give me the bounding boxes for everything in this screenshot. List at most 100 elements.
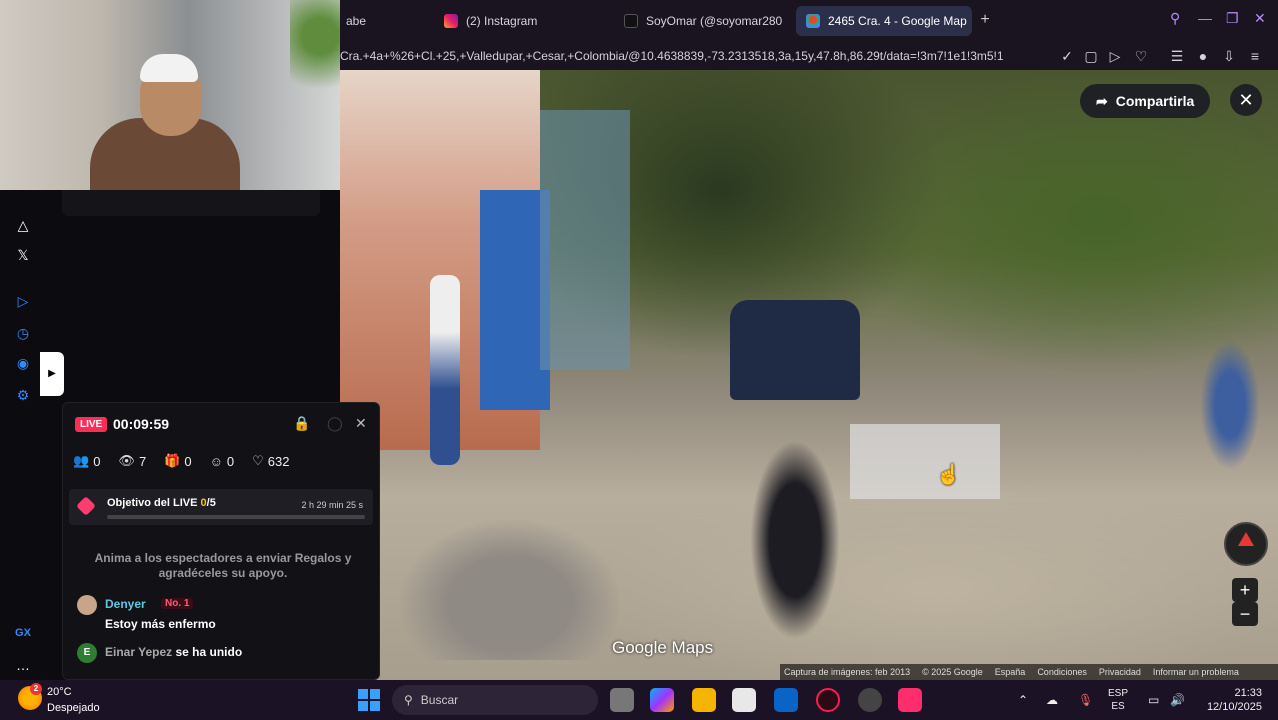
tiktok-icon — [624, 14, 638, 28]
new-tab-button[interactable]: + — [975, 10, 995, 30]
gift-icon: 🎁 — [164, 453, 181, 468]
google-maps-icon — [806, 14, 820, 28]
play-circle-icon[interactable]: ▷ — [12, 290, 34, 312]
settings-icon[interactable]: ⚙ — [12, 384, 34, 406]
close-icon[interactable]: ✕ — [355, 415, 367, 432]
weather-temperature: 20°C — [47, 686, 72, 698]
onedrive-icon[interactable]: ☁ — [1046, 693, 1058, 707]
network-icon[interactable]: ▭ — [1148, 693, 1159, 707]
outlook-icon[interactable] — [774, 688, 798, 712]
goal-time-left: 2 h 29 min 25 s — [301, 500, 363, 510]
chat-user[interactable]: Denyer — [105, 597, 146, 611]
share-label: Compartirla — [1115, 93, 1195, 109]
play-icon[interactable]: ▷ — [1106, 47, 1124, 65]
rank-badge: No. 1 — [161, 598, 194, 609]
screenshot-icon[interactable]: ▢ — [1082, 47, 1100, 65]
encourage-text: Anima a los espectadores a enviar Regalo… — [94, 551, 352, 580]
file-explorer-icon[interactable] — [692, 688, 716, 712]
terms-link[interactable]: Condiciones — [1037, 667, 1087, 677]
google-maps-logo: Google Maps — [612, 638, 714, 657]
tiktok-live-studio-icon[interactable] — [898, 688, 922, 712]
person-sitting — [1200, 340, 1260, 470]
copilot-icon[interactable] — [650, 688, 674, 712]
compass-icon[interactable] — [1224, 522, 1268, 566]
selection-overlay — [850, 424, 1000, 499]
goal-total: /5 — [206, 497, 216, 509]
language-indicator[interactable]: ESP ES — [1108, 687, 1128, 713]
loading-icon: ◯ — [327, 415, 343, 431]
store-icon[interactable] — [732, 688, 756, 712]
zoom-in-button[interactable]: + — [1232, 578, 1258, 602]
more-icon[interactable]: … — [12, 654, 34, 676]
start-button[interactable] — [358, 689, 380, 711]
close-window-button[interactable]: ✕ — [1254, 10, 1266, 27]
join-user[interactable]: Einar Yepez — [105, 645, 172, 659]
chat-list: Denyer No. 1 Estoy más enfermo E Einar Y… — [73, 595, 369, 665]
settings-app-icon[interactable] — [858, 688, 882, 712]
tab-youtube[interactable]: abe — [336, 6, 432, 36]
taskbar-search[interactable]: ⚲ Buscar — [392, 685, 598, 715]
stat-viewers: 👥 0 — [73, 453, 100, 469]
microphone-icon[interactable]: 🎙 — [1078, 693, 1093, 707]
new-followers-icon: ☺ — [209, 453, 223, 469]
stat-value: 0 — [184, 453, 192, 469]
gravel-pile — [400, 520, 620, 660]
menu-icon[interactable]: ≡ — [1246, 47, 1264, 65]
tab-google-maps[interactable]: 2465 Cra. 4 - Google Map — [796, 6, 972, 36]
address-bar-url[interactable]: Cra.+4a+%26+Cl.+25,+Valledupar,+Cesar,+C… — [340, 46, 1052, 66]
close-street-view-button[interactable]: ✕ — [1230, 84, 1262, 116]
tab-tiktok[interactable]: SoyOmar (@soyomar280 — [614, 6, 788, 36]
task-view-icon[interactable] — [610, 688, 634, 712]
webcam-feed — [0, 0, 340, 190]
search-icon: ⚲ — [404, 693, 413, 707]
gx-icon[interactable]: GX — [12, 622, 34, 644]
heart-icon[interactable]: ♡ — [1132, 47, 1150, 65]
eye-icon: 👁 — [118, 453, 135, 468]
stat-new-followers: ☺ 0 — [210, 453, 235, 469]
goal-icon — [76, 496, 96, 516]
zoom-out-button[interactable]: − — [1232, 602, 1258, 626]
puzzle-icon[interactable]: ◉ — [12, 352, 34, 374]
building-middle — [540, 110, 630, 370]
live-timer: 00:09:59 — [113, 416, 170, 432]
system-clock[interactable]: 21:33 12/10/2025 — [1196, 686, 1262, 714]
live-goal[interactable]: Objetivo del LIVE 0/5 2 h 29 min 25 s — [69, 489, 373, 525]
pin-icon[interactable]: ✓ — [1058, 47, 1076, 65]
lock-icon[interactable]: 🔒 — [293, 415, 310, 432]
x-icon[interactable]: 𝕏 — [12, 244, 34, 266]
goal-title: Objetivo del LIVE — [107, 497, 198, 509]
profile-icon[interactable]: ● — [1194, 47, 1212, 65]
hand-cursor-icon: ☝ — [936, 464, 961, 486]
expand-panel-button[interactable]: ▶ — [40, 352, 64, 396]
person-cap — [140, 54, 198, 82]
country-link[interactable]: España — [995, 667, 1026, 677]
tab-label: abe — [346, 14, 367, 28]
share-button[interactable]: ➦ Compartirla — [1080, 84, 1211, 118]
street-view-panorama[interactable] — [340, 70, 1278, 680]
privacy-link[interactable]: Privacidad — [1099, 667, 1141, 677]
search-tabs-icon[interactable]: ⚲ — [1170, 10, 1180, 27]
share-icon: ➦ — [1096, 92, 1108, 109]
arc-logo-icon[interactable]: △ — [12, 214, 34, 236]
extensions-icon[interactable]: ☰ — [1168, 47, 1186, 65]
opera-gx-icon[interactable] — [816, 688, 840, 712]
stat-value: 7 — [138, 453, 147, 469]
clock-date: 12/10/2025 — [1206, 701, 1262, 713]
chat-message: Denyer No. 1 — [73, 595, 369, 617]
join-notice: E Einar Yepez se ha unido — [73, 643, 369, 665]
join-action: se ha unido — [175, 645, 243, 659]
chevron-up-icon[interactable]: ⌃ — [1018, 693, 1028, 707]
history-icon[interactable]: ◷ — [12, 322, 34, 344]
live-stats-row: 👥 0 👁 7 🎁 0 ☺ 0 ♡ 632 — [73, 453, 289, 469]
volume-icon[interactable]: 🔊 — [1170, 693, 1185, 707]
goal-label: Objetivo del LIVE 0/5 — [107, 497, 216, 509]
car — [730, 300, 860, 400]
stat-value: 0 — [226, 453, 235, 469]
minimize-button[interactable]: — — [1198, 10, 1212, 26]
maximize-button[interactable]: ❐ — [1226, 10, 1239, 27]
tab-instagram[interactable]: (2) Instagram — [434, 6, 604, 36]
download-icon[interactable]: ⇩ — [1220, 47, 1238, 65]
report-link[interactable]: Informar un problema — [1153, 667, 1239, 677]
copyright: © 2025 Google — [922, 667, 983, 677]
avatar: E — [77, 643, 97, 663]
